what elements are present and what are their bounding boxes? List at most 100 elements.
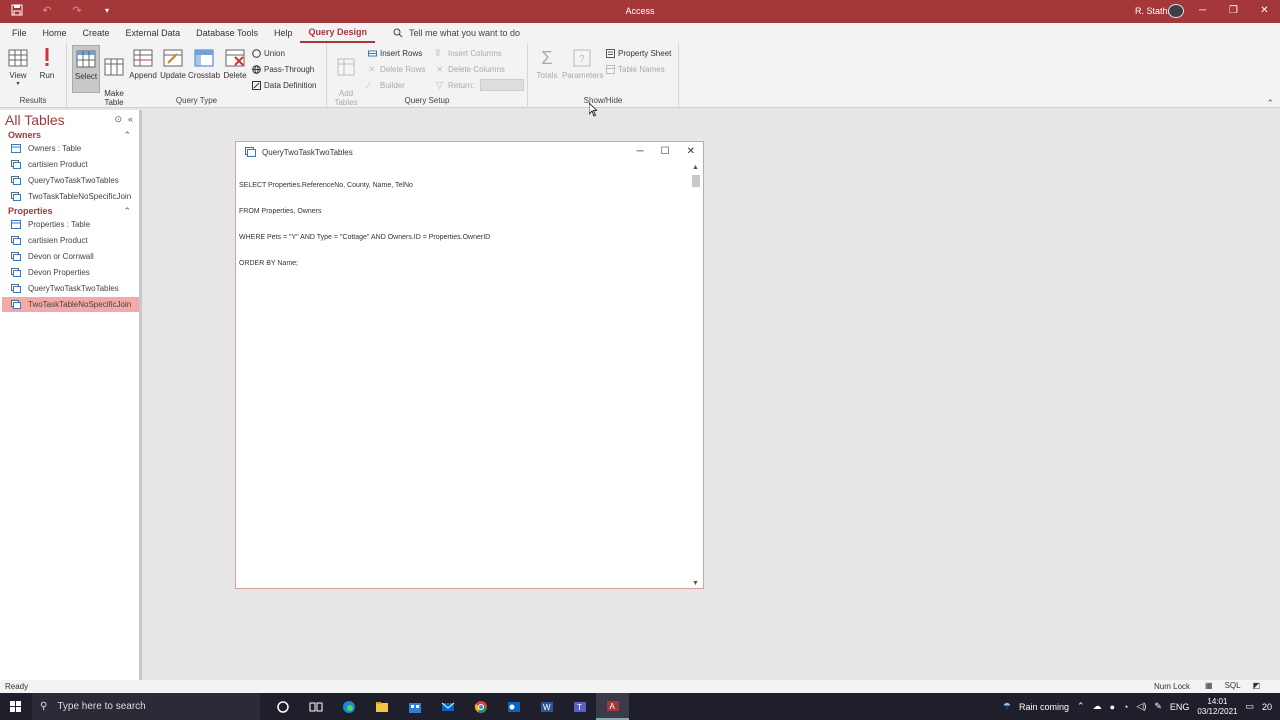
nav-menu-icon[interactable]: ⊙ <box>114 114 122 125</box>
restore-icon[interactable]: ❐ <box>1218 0 1249 23</box>
sql-window-titlebar[interactable]: QueryTwoTaskTwoTables ─ ☐ ✕ <box>236 142 703 163</box>
run-button[interactable]: Run <box>34 45 60 93</box>
nav-section-properties[interactable]: Properties ⌃ <box>0 204 139 218</box>
parameters-button[interactable]: ? Parameters <box>562 45 603 93</box>
outlook-icon[interactable] <box>497 693 530 720</box>
store-icon[interactable] <box>398 693 431 720</box>
show-hidden-icons-icon[interactable]: ⌃ <box>1077 701 1085 712</box>
close-icon[interactable]: ✕ <box>1249 0 1280 23</box>
group-results: View ▾ Run Results <box>0 43 67 108</box>
property-sheet-button[interactable]: Property Sheet <box>606 46 671 60</box>
teams-icon[interactable]: T <box>563 693 596 720</box>
weather-icon[interactable]: ☂ <box>1003 701 1011 712</box>
tab-file[interactable]: File <box>0 23 35 43</box>
clock[interactable]: 14:01 03/12/2021 <box>1197 697 1237 717</box>
pen-icon[interactable]: ✎ <box>1154 701 1162 712</box>
sql-line: ORDER BY Name; <box>239 259 298 267</box>
delete-query-button[interactable]: Delete <box>222 45 248 93</box>
maximize-icon[interactable]: ☐ <box>661 146 670 157</box>
nav-item[interactable]: cartisien Product <box>2 233 139 248</box>
word-icon[interactable]: W <box>530 693 563 720</box>
volume-icon[interactable]: ◁) <box>1136 701 1146 712</box>
close-icon[interactable]: ✕ <box>687 146 695 157</box>
add-tables-button[interactable]: Add Tables <box>332 45 360 107</box>
delete-rows-button[interactable]: ⨯ Delete Rows <box>368 62 425 76</box>
nav-item[interactable]: QueryTwoTaskTwoTables <box>2 173 139 188</box>
collapse-section-icon[interactable]: ⌃ <box>123 128 131 142</box>
select-label: Select <box>74 72 98 81</box>
file-explorer-icon[interactable] <box>365 693 398 720</box>
tab-database-tools[interactable]: Database Tools <box>188 23 266 43</box>
update-button[interactable]: Update <box>159 45 187 93</box>
builder-button[interactable]: ⁄ Builder <box>368 78 405 92</box>
nav-item[interactable]: QueryTwoTaskTwoTables <box>2 281 139 296</box>
pass-through-button[interactable]: Pass-Through <box>252 62 314 76</box>
union-button[interactable]: Union <box>252 46 285 60</box>
tab-external-data[interactable]: External Data <box>118 23 189 43</box>
tab-help[interactable]: Help <box>266 23 301 43</box>
scroll-up-icon[interactable]: ▲ <box>692 164 699 171</box>
mail-icon[interactable] <box>431 693 464 720</box>
nav-item[interactable]: Owners : Table <box>2 141 139 156</box>
system-tray: ☂ Rain coming ⌃ ☁ ● ◔ ◁) ✎ ENG 14:01 03/… <box>1003 693 1280 720</box>
sql-editor[interactable]: SELECT Properties.ReferenceNo, County, N… <box>239 165 689 285</box>
tab-query-design[interactable]: Query Design <box>300 23 375 43</box>
notification-icon[interactable]: ▭ <box>1245 701 1254 712</box>
select-query-button[interactable]: Select <box>72 45 100 93</box>
nav-item[interactable]: Properties : Table <box>2 217 139 232</box>
crosstab-label: Crosstab <box>188 71 221 80</box>
query-icon <box>11 192 21 201</box>
make-table-button[interactable]: Make Table <box>101 45 127 107</box>
minimize-icon[interactable]: ─ <box>1187 0 1218 23</box>
nav-section-owners[interactable]: Owners ⌃ <box>0 128 139 142</box>
language-indicator[interactable]: ENG <box>1170 702 1190 712</box>
nav-item[interactable]: TwoTaskTableNoSpecificJoin <box>2 189 139 204</box>
minimize-icon[interactable]: ─ <box>637 146 644 157</box>
tab-create[interactable]: Create <box>75 23 118 43</box>
onedrive-icon[interactable]: ☁ <box>1093 701 1102 712</box>
tab-home[interactable]: Home <box>35 23 75 43</box>
network-icon[interactable]: ◔ <box>1123 702 1128 712</box>
append-button[interactable]: Append <box>128 45 158 93</box>
nav-item[interactable]: Devon Properties <box>2 265 139 280</box>
microphone-icon[interactable]: ● <box>1110 702 1115 712</box>
tell-me-box[interactable]: Tell me what you want to do <box>393 28 520 38</box>
return-dropdown[interactable] <box>480 79 525 91</box>
nav-item[interactable]: cartisien Product <box>2 157 139 172</box>
start-button[interactable] <box>0 693 32 720</box>
group-label-query-setup: Query Setup <box>404 96 450 105</box>
datasheet-view-icon[interactable]: ▦ <box>1205 681 1213 690</box>
nav-item[interactable]: Devon or Cornwall <box>2 249 139 264</box>
nav-item-selected[interactable]: TwoTaskTableNoSpecificJoin <box>2 297 139 312</box>
return-control[interactable]: ▽ Return: <box>436 78 525 92</box>
shutter-bar-close-icon[interactable]: « <box>128 114 133 125</box>
insert-rows-button[interactable]: Insert Rows <box>368 46 422 60</box>
design-view-icon[interactable]: ◩ <box>1253 681 1261 690</box>
collapse-ribbon-icon[interactable]: ⌃ <box>1266 98 1274 109</box>
insert-columns-button[interactable]: ⫴ Insert Columns <box>436 46 502 60</box>
chrome-icon[interactable] <box>464 693 497 720</box>
table-names-button[interactable]: Table Names <box>606 62 665 76</box>
vertical-scrollbar[interactable]: ▲ ▼ <box>691 164 701 587</box>
totals-button[interactable]: Σ Totals <box>534 45 560 93</box>
taskbar-search[interactable]: ⚲ Type here to search <box>32 693 260 720</box>
cortana-icon[interactable] <box>266 693 299 720</box>
task-view-icon[interactable] <box>299 693 332 720</box>
search-icon: ⚲ <box>40 701 48 712</box>
avatar[interactable] <box>1168 4 1184 18</box>
access-icon[interactable]: A <box>596 693 629 720</box>
table-names-icon <box>606 64 615 74</box>
delete-columns-button[interactable]: ⨯ Delete Columns <box>436 62 505 76</box>
weather-text[interactable]: Rain coming <box>1019 702 1069 712</box>
scroll-thumb[interactable] <box>692 175 700 187</box>
view-button[interactable]: View ▾ <box>4 45 32 93</box>
scroll-down-icon[interactable]: ▼ <box>692 580 699 587</box>
collapse-section-icon[interactable]: ⌃ <box>123 204 131 218</box>
nav-header[interactable]: All Tables <box>5 112 65 128</box>
sql-view-button[interactable]: SQL <box>1225 681 1241 690</box>
data-definition-button[interactable]: Data Definition <box>252 78 316 92</box>
crosstab-button[interactable]: Crosstab <box>188 45 220 93</box>
delete-label: Delete <box>223 71 247 80</box>
nav-item-label: Devon or Cornwall <box>28 252 94 261</box>
edge-icon[interactable] <box>332 693 365 720</box>
